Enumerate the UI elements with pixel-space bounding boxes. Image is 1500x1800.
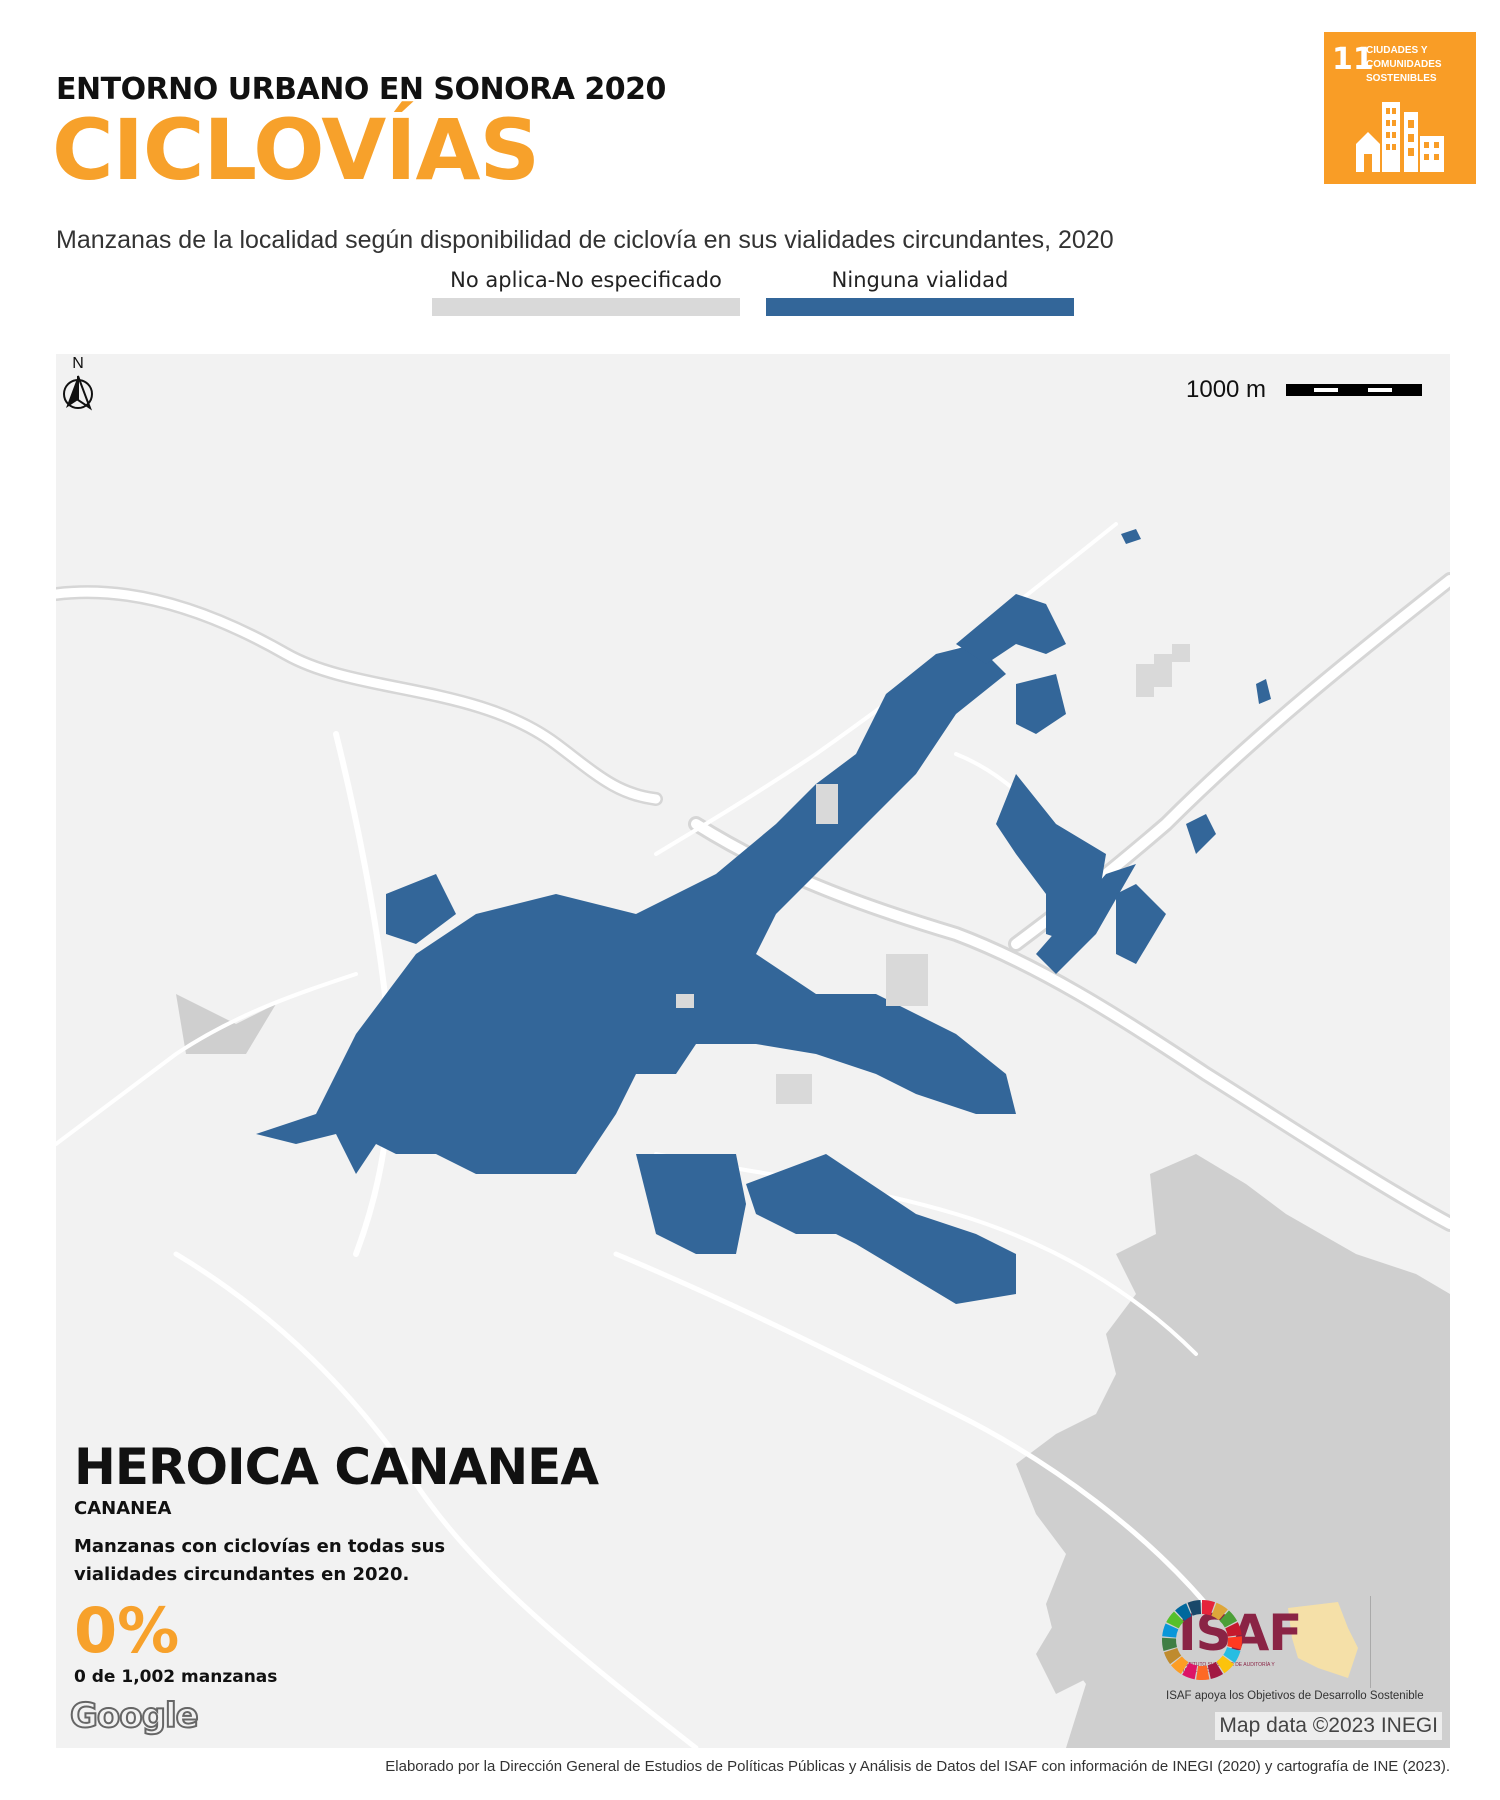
isaf-tagline: ISAF apoya los Objetivos de Desarrollo S… [1166, 1690, 1424, 1702]
sdg-wheel-segment [1227, 1636, 1242, 1650]
page-subtitle: Manzanas de la localidad según disponibi… [56, 226, 1114, 254]
scale-label: 1000 m [1186, 376, 1267, 403]
block-clusters [256, 529, 1271, 1304]
source-footer: Elaborado por la Dirección General de Es… [385, 1758, 1450, 1775]
sdg-11-badge: 11 CIUDADES Y COMUNIDADES SOSTENIBLES [1324, 32, 1476, 184]
locality-description: Manzanas con ciclovías en todas sus vial… [74, 1536, 446, 1585]
block-count: 0 de 1,002 manzanas [74, 1667, 278, 1688]
locality-name: HEROICA CANANEA [74, 1438, 599, 1496]
google-logo: Google [69, 1695, 200, 1737]
municipality-name: CANANEA [74, 1498, 172, 1519]
page-title: CICLOVÍAS [52, 101, 540, 199]
sdg-wheel-segment [1196, 1665, 1210, 1680]
map-panel[interactable]: 1000 m N HEROICA CANANEA CANANEA Manzana… [56, 354, 1450, 1748]
legend-item-na: No aplica-No especificado [432, 268, 740, 316]
locality-info: HEROICA CANANEA CANANEA Manzanas con cic… [74, 1438, 599, 1688]
north-arrow-icon: N [63, 355, 93, 411]
map-attribution: Map data ©2023 INEGI [1215, 1712, 1442, 1740]
sdg-wheel-icon [1162, 1600, 1242, 1680]
legend-label: No aplica-No especificado [450, 268, 722, 292]
city-buildings-icon [1356, 102, 1444, 172]
sdg-text: CIUDADES Y COMUNIDADES SOSTENIBLES [1366, 45, 1442, 84]
legend-swatch-na [432, 298, 740, 316]
isaf-logo-block: ISAF INSTITUTO SUPERIOR DE AUDITORÍA Y F… [1158, 1596, 1438, 1706]
percent-value: 0% [74, 1594, 180, 1667]
legend-label: Ninguna vialidad [831, 268, 1009, 292]
legend-swatch-ninguna [766, 298, 1074, 316]
scale-bar [1286, 384, 1422, 396]
logo-divider [1370, 1596, 1371, 1688]
legend-item-ninguna: Ninguna vialidad [766, 268, 1074, 316]
svg-text:N: N [72, 355, 84, 372]
